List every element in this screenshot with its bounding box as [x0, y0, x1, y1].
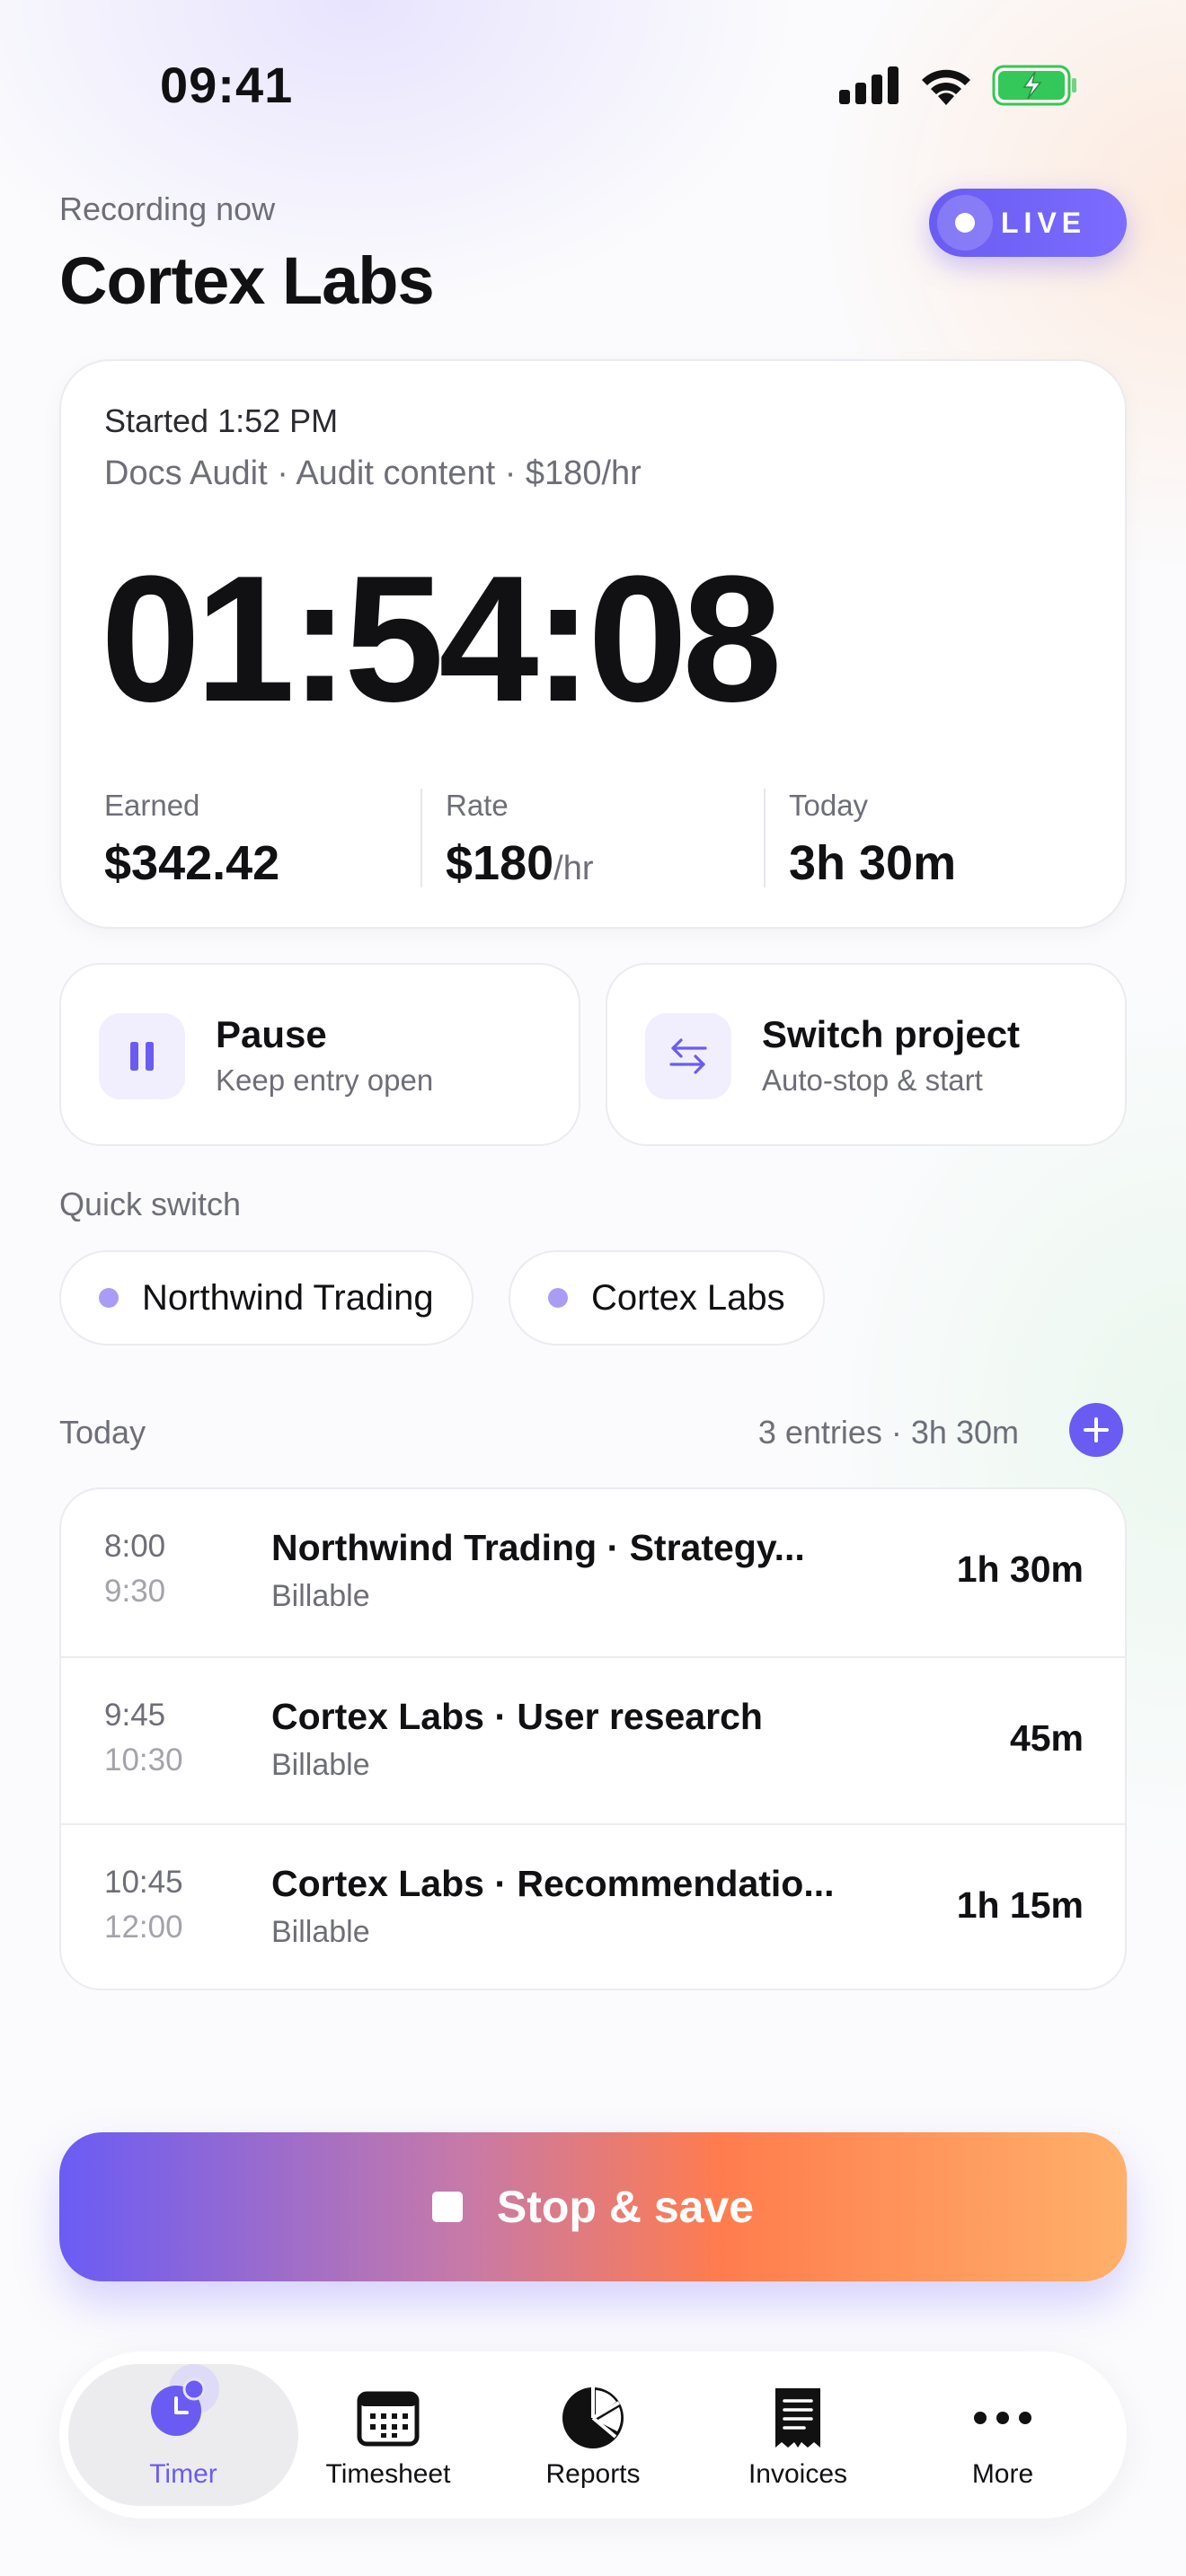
chip-label: Northwind Trading: [142, 1277, 434, 1318]
list-item[interactable]: 9:45 10:30 Cortex Labs · User research B…: [61, 1656, 1125, 1825]
entry-end: 10:30: [104, 1742, 183, 1778]
tab-bar: Timer Timesheet Reports Invoices More: [59, 2351, 1127, 2519]
wifi-icon: [922, 69, 970, 105]
entry-duration: 1h 30m: [956, 1548, 1084, 1590]
stop-icon: [431, 2192, 463, 2222]
entry-title: Cortex Labs · User research: [271, 1696, 763, 1737]
earned-value: $342.42: [104, 836, 280, 890]
entry-start: 9:45: [104, 1698, 166, 1733]
entry-end: 9:30: [104, 1574, 166, 1609]
entry-end: 12:00: [104, 1910, 183, 1945]
entry-meta: Docs Audit · Audit content · $180/hr: [104, 454, 642, 492]
entries-list: 8:00 9:30 Northwind Trading · Strategy..…: [59, 1487, 1127, 1990]
entry-duration: 1h 15m: [956, 1884, 1084, 1926]
rate-value: $180: [446, 836, 554, 890]
recording-status-label: Recording now: [59, 190, 276, 227]
quick-switch-chip[interactable]: Cortex Labs: [509, 1250, 825, 1345]
earned-label: Earned: [104, 789, 200, 822]
pause-title: Pause: [216, 1013, 327, 1055]
tab-label: Invoices: [748, 2459, 848, 2489]
live-badge[interactable]: LIVE: [929, 189, 1127, 257]
stop-save-button[interactable]: Stop & save: [59, 2132, 1127, 2281]
today-summary: 3 entries · 3h 30m: [757, 1414, 1019, 1451]
today-stat: Today 3h 30m: [789, 789, 956, 891]
entry-tag: Billable: [271, 1915, 370, 1949]
entry-start: 10:45: [104, 1865, 183, 1900]
quick-switch-label: Quick switch: [59, 1186, 242, 1222]
tab-label: Timer: [149, 2459, 217, 2489]
tab-invoices[interactable]: Invoices: [699, 2351, 897, 2519]
pause-icon: [99, 1013, 185, 1099]
today-section-label: Today: [59, 1414, 146, 1451]
entry-tag: Billable: [271, 1748, 370, 1782]
entry-title: Northwind Trading · Strategy...: [271, 1527, 805, 1568]
switch-project-subtitle: Auto-stop & start: [762, 1063, 983, 1097]
switch-project-title: Switch project: [762, 1013, 1021, 1055]
list-item[interactable]: 10:45 12:00 Cortex Labs · Recommendatio.…: [61, 1823, 1125, 1989]
more-icon: [969, 2384, 1037, 2452]
entry-title: Cortex Labs · Recommendatio...: [271, 1863, 835, 1904]
today-stat-label: Today: [789, 789, 869, 822]
tab-label: Reports: [545, 2459, 641, 2489]
pause-button[interactable]: Pause Keep entry open: [59, 963, 580, 1146]
quick-switch-chip[interactable]: Northwind Trading: [59, 1250, 474, 1345]
tab-reports[interactable]: Reports: [494, 2351, 692, 2519]
add-entry-button[interactable]: [1069, 1403, 1123, 1457]
started-time: Started 1:52 PM: [104, 402, 339, 439]
receipt-icon: [764, 2384, 832, 2452]
stop-save-label: Stop & save: [496, 2182, 755, 2232]
pie-chart-icon: [559, 2384, 627, 2452]
status-time: 09:41: [160, 57, 294, 113]
switch-project-button[interactable]: Switch project Auto-stop & start: [606, 963, 1127, 1146]
live-label: LIVE: [1001, 206, 1087, 239]
calendar-icon: [354, 2384, 422, 2452]
elapsed-timer: 01:54:08: [101, 539, 783, 739]
rate-stat: Rate $180/hr: [446, 789, 594, 891]
today-stat-value: 3h 30m: [789, 836, 957, 890]
chip-label: Cortex Labs: [591, 1277, 785, 1318]
status-icons: [839, 65, 1078, 106]
tab-more[interactable]: More: [904, 2351, 1102, 2519]
stat-divider: [420, 789, 422, 887]
entry-tag: Billable: [271, 1579, 370, 1613]
live-dot-icon: [955, 213, 975, 233]
page-title: Cortex Labs: [59, 243, 435, 318]
rate-label: Rate: [446, 789, 509, 822]
project-dot-icon: [548, 1288, 568, 1308]
entry-duration: 45m: [1009, 1717, 1084, 1759]
battery-charging-icon: [992, 65, 1076, 106]
earned-stat: Earned $342.42: [104, 789, 279, 891]
rate-unit: /hr: [553, 850, 594, 887]
pause-subtitle: Keep entry open: [216, 1063, 434, 1097]
clock-icon: [149, 2364, 219, 2452]
tab-timesheet[interactable]: Timesheet: [289, 2351, 487, 2519]
swap-arrows-icon: [645, 1013, 731, 1099]
list-item[interactable]: 8:00 9:30 Northwind Trading · Strategy..…: [61, 1489, 1125, 1656]
tab-label: More: [971, 2459, 1034, 2489]
timer-card: Started 1:52 PM Docs Audit · Audit conte…: [59, 359, 1127, 929]
cellular-signal-icon: [839, 66, 898, 104]
project-dot-icon: [99, 1288, 119, 1308]
tab-label: Timesheet: [325, 2459, 451, 2489]
entry-start: 8:00: [104, 1529, 166, 1564]
plus-icon: [1084, 1417, 1109, 1442]
stat-divider: [764, 789, 766, 887]
tab-timer[interactable]: Timer: [84, 2351, 282, 2519]
